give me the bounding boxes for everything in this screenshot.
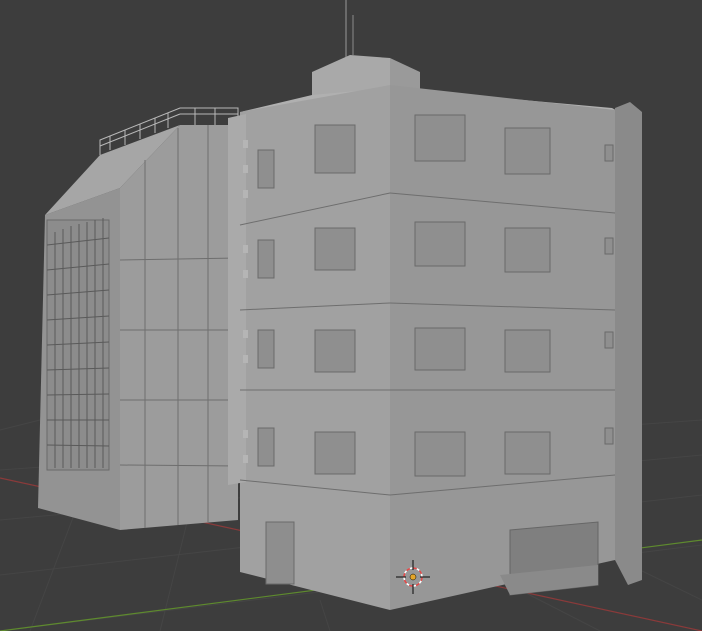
viewport-scene[interactable] xyxy=(0,0,702,631)
object-origin-icon xyxy=(409,573,417,581)
3d-viewport[interactable] xyxy=(0,0,702,631)
building-left-front-face xyxy=(120,125,238,530)
building-right-side-column xyxy=(615,102,642,585)
building-left[interactable] xyxy=(38,107,239,530)
building-left-window-grid xyxy=(46,218,110,471)
entrance-door xyxy=(265,521,295,585)
building-right[interactable] xyxy=(228,0,642,610)
